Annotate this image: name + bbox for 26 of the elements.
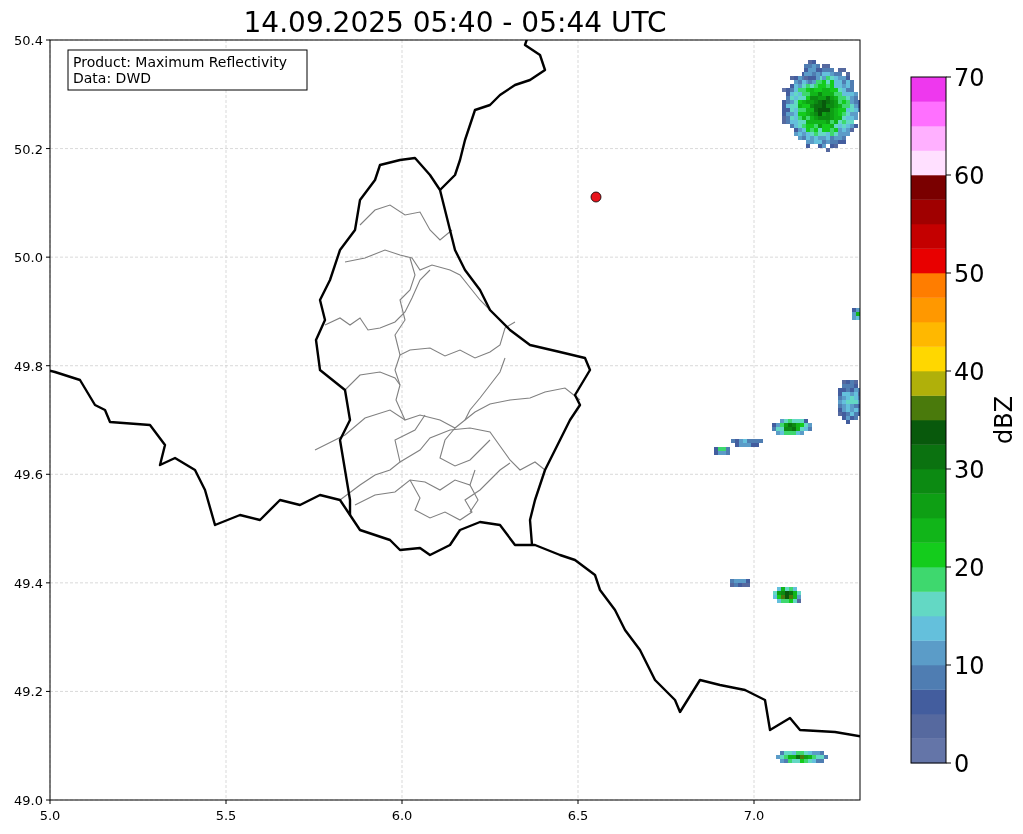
y-tick-label: 49.2 [14,684,43,700]
location-marker-icon [590,191,602,203]
colorbar-tick-label: 40 [954,358,985,386]
x-tick-label: 5.5 [215,808,237,823]
legend-text: Data: DWD [73,70,151,86]
y-tick-label: 50.0 [14,250,43,266]
colorbar-tick-label: 20 [954,554,985,582]
colorbar-label: dBZ [990,395,1018,445]
x-tick-label: 6.5 [567,808,589,823]
y-tick-label: 50.4 [14,33,43,48]
chart-title: 14.09.2025 05:40 - 05:44 UTC [243,6,667,39]
colorbar-tick-label: 70 [954,64,985,92]
colorbar-tick-label: 10 [954,652,985,680]
x-tick-label: 6.0 [391,808,413,823]
y-tick-label: 50.2 [14,141,43,157]
y-tick-label: 49.6 [14,467,43,483]
colorbar-tick-label: 50 [954,260,985,288]
y-tick-label: 49.4 [14,575,43,591]
legend-text: Product: Maximum Reflectivity [73,54,287,70]
colorbar-tick-label: 30 [954,456,985,484]
y-tick-label: 49.8 [14,358,43,374]
colorbar-tick-label: 0 [954,750,970,778]
y-tick-label: 49.0 [14,793,43,808]
x-tick-label: 5.0 [39,808,61,823]
colorbar-tick-label: 60 [954,162,985,190]
x-tick-label: 7.0 [743,808,765,823]
